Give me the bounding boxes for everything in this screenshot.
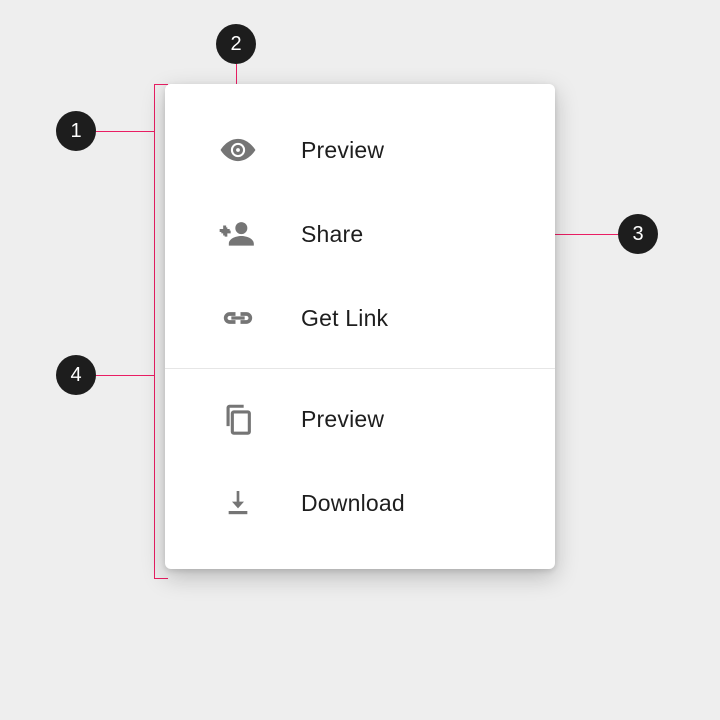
menu-item-preview-2[interactable]: Preview	[165, 377, 555, 461]
menu-item-label: Download	[301, 490, 405, 517]
menu-item-label: Preview	[301, 137, 384, 164]
callout-number: 3	[632, 223, 643, 246]
menu-item-label: Share	[301, 221, 363, 248]
menu-item-share[interactable]: Share	[165, 192, 555, 276]
copy-icon	[215, 396, 261, 442]
link-icon	[215, 295, 261, 341]
callout-number: 1	[70, 120, 81, 143]
callout-2: 2	[216, 24, 256, 64]
connector-left-spine	[154, 84, 155, 578]
menu-divider	[165, 368, 555, 369]
diagram-canvas: Preview Share Get Link	[0, 0, 720, 720]
callout-number: 4	[70, 364, 81, 387]
callout-3: 3	[618, 214, 658, 254]
menu-item-get-link[interactable]: Get Link	[165, 276, 555, 360]
menu-item-download[interactable]: Download	[165, 461, 555, 545]
eye-icon	[215, 127, 261, 173]
connector-c1	[96, 131, 154, 132]
connector-c4	[96, 375, 154, 376]
menu-item-label: Get Link	[301, 305, 388, 332]
context-menu: Preview Share Get Link	[165, 84, 555, 569]
download-icon	[215, 480, 261, 526]
menu-item-preview[interactable]: Preview	[165, 108, 555, 192]
callout-1: 1	[56, 111, 96, 151]
person-add-icon	[215, 211, 261, 257]
callout-4: 4	[56, 355, 96, 395]
callout-number: 2	[230, 33, 241, 56]
menu-item-label: Preview	[301, 406, 384, 433]
connector-bottom-cap	[154, 578, 168, 579]
